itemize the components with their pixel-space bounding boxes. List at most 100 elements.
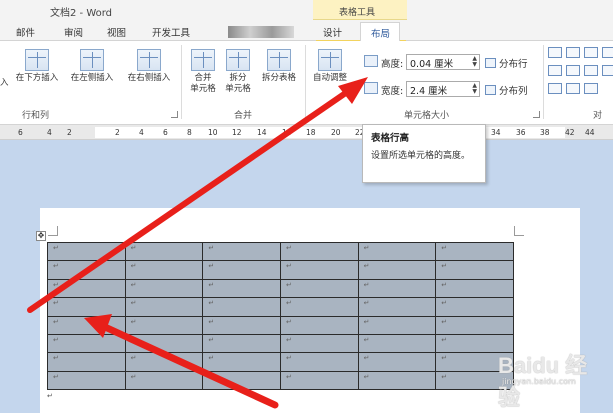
table-cell[interactable]: ↵ xyxy=(47,260,126,280)
distribute-rows-button[interactable]: 分布行 xyxy=(485,56,528,70)
table-cell[interactable]: ↵ xyxy=(279,260,359,280)
height-spinner-icon[interactable]: ▲ ▼ xyxy=(472,56,477,68)
split-cells-button[interactable]: 拆分 单元格 xyxy=(221,49,255,95)
table-cell[interactable]: ↵ xyxy=(124,370,204,391)
table-cell[interactable]: ↵ xyxy=(435,241,514,262)
table-cell[interactable]: ↵ xyxy=(124,333,204,354)
autofit-label: 自动调整 xyxy=(312,73,347,83)
align-top-left-icon[interactable] xyxy=(548,47,562,58)
table-cell[interactable]: ↵ xyxy=(47,333,126,354)
table-cell[interactable]: ↵ xyxy=(279,370,359,391)
insert-above-partial[interactable]: 入 xyxy=(0,78,9,89)
row-height-tooltip: 表格行高 设置所选单元格的高度。 xyxy=(362,124,486,183)
width-spinner-icon[interactable]: ▲ ▼ xyxy=(472,83,477,95)
table-cell[interactable]: ↵ xyxy=(124,260,204,280)
align-bottom-right-icon[interactable] xyxy=(584,83,598,94)
table-cell[interactable]: ↵ xyxy=(202,260,281,280)
table-cell[interactable]: ↵ xyxy=(279,241,359,262)
align-middle-right-icon[interactable] xyxy=(584,65,598,76)
cell-size-launcher-icon[interactable] xyxy=(533,111,540,118)
horizontal-ruler[interactable]: 6 4 2 2 4 6 8 10 12 14 16 18 20 22 34 36 38 42 44 xyxy=(0,125,613,140)
table-row[interactable]: ↵ ↵ ↵ ↵ ↵ ↵ xyxy=(47,297,514,317)
align-bottom-left-icon[interactable] xyxy=(548,83,562,94)
align-top-right-icon[interactable] xyxy=(584,47,598,58)
table-move-handle[interactable]: ✥ xyxy=(36,231,46,241)
table-cell[interactable]: ↵ xyxy=(202,278,281,299)
insert-right-button[interactable]: 在右侧插入 xyxy=(121,49,177,84)
table-cell[interactable]: ↵ xyxy=(279,297,359,317)
table-row[interactable]: ↵ ↵ ↵ ↵ ↵ ↵ xyxy=(47,370,514,391)
tab-design[interactable]: 设计 xyxy=(323,25,342,39)
tab-view[interactable]: 视图 xyxy=(107,25,126,39)
align-middle-center-icon[interactable] xyxy=(566,65,580,76)
ruler-tick-label: 36 xyxy=(516,128,526,137)
table-cell[interactable]: ↵ xyxy=(279,278,359,299)
table-cell[interactable]: ↵ xyxy=(202,241,281,262)
table-row[interactable]: ↵ ↵ ↵ ↵ ↵ ↵ xyxy=(47,352,514,372)
table-cell[interactable]: ↵ xyxy=(279,352,359,372)
height-input[interactable]: 0.04 厘米 ▲ ▼ xyxy=(406,54,480,70)
split-cells-label-2: 单元格 xyxy=(225,84,251,94)
width-input[interactable]: 2.4 厘米 ▲ ▼ xyxy=(406,81,480,97)
tab-review[interactable]: 审阅 xyxy=(64,25,83,39)
align-bottom-center-icon[interactable] xyxy=(566,83,580,94)
insert-left-button[interactable]: 在左侧插入 xyxy=(65,49,119,84)
table-cell[interactable]: ↵ xyxy=(279,333,359,354)
ruler-tick-label: 14 xyxy=(257,128,267,137)
word-table[interactable]: ↵ ↵ ↵ ↵ ↵ ↵ ↵ ↵ ↵ ↵ ↵ ↵ ↵ ↵ ↵ ↵ ↵ ↵ ↵ ↵ ↵ ↵ ↵ ↵ ↵ ↵ ↵ ↵ ↵ ↵ ↵ ↵ ↵ ↵ ↵ ↵ ↵ ↵ ↵ ↵… xyxy=(47,241,514,391)
table-cell[interactable]: ↵ xyxy=(47,241,126,262)
table-cell[interactable]: ↵ xyxy=(357,241,437,262)
table-cell[interactable]: ↵ xyxy=(124,241,204,262)
autofit-button[interactable]: 自动调整 xyxy=(308,49,352,84)
table-cell[interactable]: ↵ xyxy=(202,370,281,391)
align-top-center-icon[interactable] xyxy=(566,47,580,58)
table-cell[interactable]: ↵ xyxy=(124,315,204,335)
table-row[interactable]: ↵ ↵ ↵ ↵ ↵ ↵ xyxy=(47,260,514,280)
insert-below-icon xyxy=(25,49,49,71)
table-cell[interactable]: ↵ xyxy=(357,352,437,372)
table-row[interactable]: ↵ ↵ ↵ ↵ ↵ ↵ xyxy=(47,333,514,354)
width-value: 2.4 厘米 xyxy=(410,86,448,97)
table-cell[interactable]: ↵ xyxy=(124,297,204,317)
merge-cells-button[interactable]: 合并 单元格 xyxy=(186,49,220,95)
ruler-tick-label: 42 xyxy=(565,128,575,137)
table-cell[interactable]: ↵ xyxy=(279,315,359,335)
table-cell[interactable]: ↵ xyxy=(202,333,281,354)
group-label-alignment: 对 xyxy=(593,111,603,121)
table-cell[interactable]: ↵ xyxy=(124,352,204,372)
tab-mail[interactable]: 邮件 xyxy=(16,25,35,39)
table-cell[interactable]: ↵ xyxy=(357,315,437,335)
table-cell[interactable]: ↵ xyxy=(202,352,281,372)
tab-layout[interactable]: 布局 xyxy=(360,22,400,42)
table-cell[interactable]: ↵ xyxy=(47,278,126,299)
split-table-button[interactable]: 拆分表格 xyxy=(256,49,302,84)
table-cell[interactable]: ↵ xyxy=(435,315,514,335)
table-cell[interactable]: ↵ xyxy=(357,370,437,391)
table-cell[interactable]: ↵ xyxy=(357,297,437,317)
table-cell[interactable]: ↵ xyxy=(357,260,437,280)
align-middle-left-icon[interactable] xyxy=(548,65,562,76)
table-cell[interactable]: ↵ xyxy=(435,278,514,299)
rows-columns-launcher-icon[interactable] xyxy=(171,111,178,118)
table-cell[interactable]: ↵ xyxy=(357,278,437,299)
ruler-tick-label: 12 xyxy=(232,128,242,137)
table-cell[interactable]: ↵ xyxy=(202,297,281,317)
table-cell[interactable]: ↵ xyxy=(47,315,126,335)
table-cell[interactable]: ↵ xyxy=(357,333,437,354)
table-cell[interactable]: ↵ xyxy=(202,315,281,335)
align-top-justify-icon[interactable] xyxy=(602,47,613,58)
table-cell[interactable]: ↵ xyxy=(124,278,204,299)
tab-developer[interactable]: 开发工具 xyxy=(152,25,190,39)
table-row[interactable]: ↵ ↵ ↵ ↵ ↵ ↵ xyxy=(47,241,514,262)
align-middle-justify-icon[interactable] xyxy=(602,65,613,76)
table-cell[interactable]: ↵ xyxy=(47,297,126,317)
ruler-tick-label: 4 xyxy=(47,128,52,137)
table-row[interactable]: ↵ ↵ ↵ ↵ ↵ ↵ xyxy=(47,278,514,299)
insert-below-button[interactable]: 在下方插入 xyxy=(10,49,64,84)
distribute-columns-button[interactable]: 分布列 xyxy=(485,83,528,97)
table-cell[interactable]: ↵ xyxy=(435,297,514,317)
table-cell[interactable]: ↵ xyxy=(47,352,126,372)
table-cell[interactable]: ↵ xyxy=(435,260,514,280)
table-row[interactable]: ↵ ↵ ↵ ↵ ↵ ↵ xyxy=(47,315,514,335)
table-cell[interactable]: ↵ xyxy=(47,370,126,391)
